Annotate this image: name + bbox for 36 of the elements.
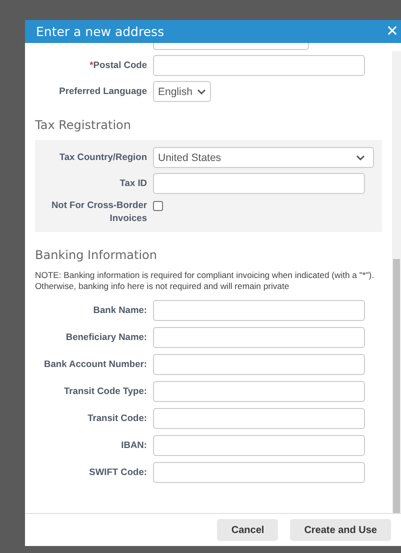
section-heading: Tax Registration (35, 118, 132, 132)
input-field[interactable] (153, 327, 365, 348)
input-field[interactable] (153, 462, 365, 483)
field-label: Transit Code Type: (63, 385, 147, 398)
input-field[interactable] (153, 43, 309, 50)
field-label: Beneficiary Name: (64, 331, 147, 344)
input-field[interactable] (153, 173, 365, 194)
field-label: Transit Code: (86, 412, 147, 425)
field-label: Bank Account Number: (43, 358, 147, 371)
section-heading: Banking Information (35, 248, 158, 262)
input-field[interactable] (153, 55, 365, 76)
note-text: NOTE: Banking information is required for compliant invoicing when indicated (with a "*"). Otherwise, banking info here is not required and will remain private (35, 270, 376, 292)
close-button[interactable]: ✕ (384, 24, 401, 39)
field-label: *Postal Code (88, 59, 147, 72)
field-label: IBAN: (120, 439, 147, 452)
country-dropdown[interactable]: United States (153, 147, 374, 168)
scroll-thumb[interactable] (393, 259, 400, 513)
dialog-title: Enter a new address (36, 24, 164, 39)
field-label: Tax ID (118, 177, 147, 190)
footer-button[interactable]: Cancel (217, 519, 278, 541)
field-label: Bank Name: (92, 304, 147, 317)
checkbox[interactable] (153, 201, 163, 211)
field-label: SWIFT Code: (88, 466, 147, 479)
input-field[interactable] (153, 300, 365, 321)
input-field[interactable] (153, 408, 365, 429)
field-label: Preferred Language (58, 85, 147, 98)
input-field[interactable] (153, 435, 365, 456)
chevron-icon (356, 154, 365, 160)
input-field[interactable] (153, 354, 365, 375)
language-dropdown[interactable]: English (153, 81, 212, 102)
input-field[interactable] (153, 381, 365, 402)
field-label: Tax Country/Region (58, 151, 147, 164)
scrollbar[interactable] (392, 51, 401, 513)
chevron-icon (197, 88, 206, 94)
footer-button[interactable]: Create and Use (290, 519, 391, 541)
field-label: Not For Cross-Border Invoices (50, 199, 147, 225)
